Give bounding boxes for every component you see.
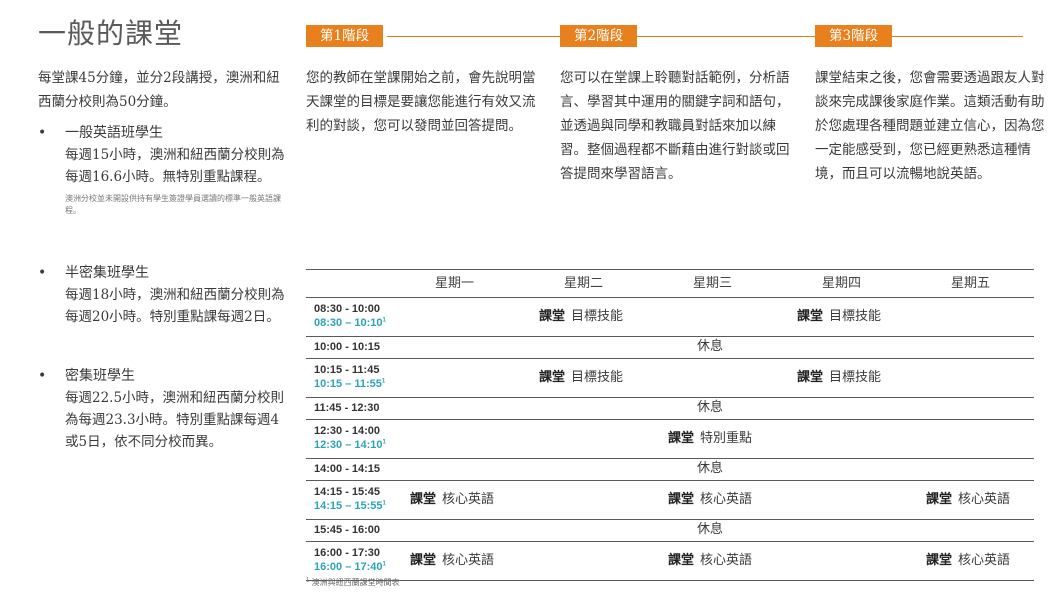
timetable: 星期一 星期二 星期三 星期四 星期五 08:30 - 10:00 08:30 …: [306, 269, 1034, 581]
class-cell-fri: 課堂 核心英語: [926, 492, 1011, 507]
day-header: 星期三: [692, 276, 732, 291]
day-header: 星期四: [821, 276, 861, 291]
time-slot: 14:15 - 15:45: [314, 486, 381, 498]
break-label: 休息: [696, 400, 723, 415]
class-cell-thu: 課堂 目標技能: [797, 309, 882, 324]
break-label: 休息: [696, 461, 723, 476]
time-slot: 16:00 - 17:30: [314, 547, 381, 559]
timetable-row: 08:30 - 10:00 08:30 – 10:101 課堂 目標技能 課堂 目標…: [306, 297, 1034, 336]
class-cell-wed: 課堂 核心英語: [668, 553, 753, 568]
time-slot-nz: 12:30 – 14:101: [314, 439, 386, 451]
break-label: 休息: [696, 522, 723, 537]
level-item-semi-intensive: • 半密集班學生 每週18小時，澳洲和紐西蘭分校則為每週20小時。特別重點課每週…: [38, 262, 288, 328]
timetable-header-row: 星期一 星期二 星期三 星期四 星期五: [306, 269, 1034, 297]
stage-3-text: 課堂結束之後，您會需要透過跟友人對談來完成課後家庭作業。這類活動有助於您處理各種…: [815, 70, 1045, 182]
time-slot: 12:30 - 14:00: [314, 425, 381, 437]
break-label: 休息: [696, 339, 723, 354]
stage-1-badge: 第1階段: [306, 25, 384, 47]
stage-1-text: 您的教師在堂課開始之前，會先說明當天課堂的目標是要讓您能進行有效又流利的對談，您…: [306, 70, 536, 134]
timetable-row: 14:15 - 15:45 14:15 – 15:551 課堂 核心英語 課堂 核心…: [306, 480, 1034, 519]
time-slot: 08:30 - 10:00: [314, 303, 381, 315]
stage-connector-line: [387, 36, 1023, 37]
timetable-footnote: 1 澳洲與紐西蘭課堂時間表: [306, 577, 400, 587]
timetable-row-break: 15:45 - 16:00 休息: [306, 519, 1034, 541]
timetable-row: 16:00 - 17:30 16:00 – 17:401 課堂 核心英語 課堂 核心…: [306, 541, 1034, 581]
bullet-icon: •: [38, 125, 47, 141]
stage-3-badge: 第3階段: [815, 25, 893, 47]
level-item-intensive: • 密集班學生 每週22.5小時，澳洲和紐西蘭分校則為每週23.3小時。特別重點…: [38, 365, 288, 453]
timetable-row: 10:15 - 11:45 10:15 – 11:551 課堂 目標技能 課堂 目標…: [306, 358, 1034, 397]
time-slot: 10:15 - 11:45: [314, 364, 380, 376]
stage-2-badge: 第2階段: [560, 25, 638, 47]
timetable-row-break: 14:00 - 14:15 休息: [306, 458, 1034, 480]
class-cell-mon: 課堂 核心英語: [410, 492, 495, 507]
time-slot-nz: 14:15 – 15:551: [314, 500, 386, 512]
class-cell-wed: 課堂 特別重點: [668, 431, 753, 446]
bullet-icon: •: [38, 368, 47, 384]
class-cell-mon: 課堂 核心英語: [410, 553, 495, 568]
day-header: 星期一: [434, 276, 474, 291]
day-header: 星期二: [563, 276, 603, 291]
timetable-row: 12:30 - 14:00 12:30 – 14:101 課堂 特別重點: [306, 419, 1034, 458]
page-title: 一般的課堂: [38, 17, 184, 50]
class-cell-thu: 課堂 目標技能: [797, 370, 882, 385]
time-slot-nz: 08:30 – 10:101: [314, 317, 386, 329]
timetable-row-break: 10:00 - 10:15 休息: [306, 336, 1034, 358]
level-description: 每週18小時，澳洲和紐西蘭分校則為每週20小時。特別重點課每週2日。: [65, 287, 285, 325]
day-header: 星期五: [950, 276, 990, 291]
class-cell-tue: 課堂 目標技能: [539, 370, 624, 385]
time-slot-nz: 10:15 – 11:551: [314, 378, 386, 390]
class-cell-wed: 課堂 核心英語: [668, 492, 753, 507]
class-cell-tue: 課堂 目標技能: [539, 309, 624, 324]
timetable-row-break: 11:45 - 12:30 休息: [306, 397, 1034, 419]
time-slot-nz: 16:00 – 17:401: [314, 561, 386, 573]
bullet-icon: •: [38, 265, 47, 281]
level-name: 半密集班學生: [65, 265, 149, 281]
level-note: 澳洲分校並未開設供持有學生簽證學員選讀的標準一般英語課程。: [65, 194, 281, 215]
level-name: 一般英語班學生: [65, 125, 163, 141]
level-description: 每週22.5小時，澳洲和紐西蘭分校則為每週23.3小時。特別重點課每週4或5日，…: [65, 390, 285, 450]
intro-text: 每堂課45分鐘，並分2段講授，澳洲和紐西蘭分校則為50分鐘。: [38, 70, 280, 110]
level-description: 每週15小時，澳洲和紐西蘭分校則為每週16.6小時。無特別重點課程。: [65, 147, 285, 185]
class-cell-fri: 課堂 核心英語: [926, 553, 1011, 568]
course-level-list: • 一般英語班學生 每週15小時，澳洲和紐西蘭分校則為每週16.6小時。無特別重…: [38, 122, 288, 450]
level-item-general: • 一般英語班學生 每週15小時，澳洲和紐西蘭分校則為每週16.6小時。無特別重…: [38, 122, 288, 217]
stage-2-text: 您可以在堂課上聆聽對話範例，分析語言、學習其中運用的關鍵字詞和語句，並透過與同學…: [560, 70, 790, 182]
level-name: 密集班學生: [65, 368, 135, 384]
